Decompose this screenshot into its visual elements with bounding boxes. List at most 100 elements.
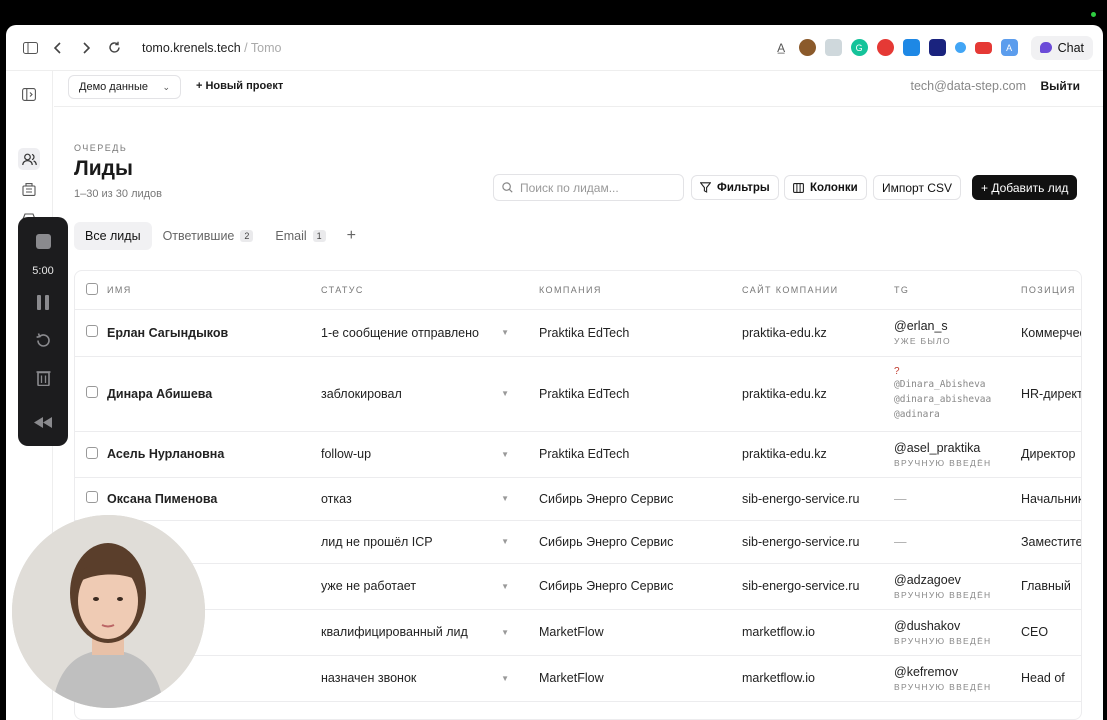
puzzle-extension-icon[interactable] <box>902 39 920 56</box>
company-site[interactable]: sib-energo-service.ru <box>742 520 894 564</box>
sidebar-toggle-icon[interactable] <box>16 34 44 62</box>
tg-source: ВРУЧНУЮ ВВЕДЁН <box>894 681 992 692</box>
table-row[interactable]: Асель Нурлановна follow-up ▼ Praktika EdTec… <box>75 431 1081 478</box>
filters-button[interactable]: Фильтры <box>691 175 779 200</box>
table-row[interactable]: Оксана Пименова отказ ▼ Сибирь Энерго Серви… <box>75 477 1081 521</box>
add-tab-button[interactable]: + <box>337 227 366 245</box>
logout-button[interactable]: Выйти <box>1040 79 1080 93</box>
company-site[interactable]: marketflow.io <box>742 609 894 656</box>
chevron-down-icon: ▼ <box>501 581 509 591</box>
column-header-name[interactable]: ИМЯ <box>107 271 321 310</box>
chat-button[interactable]: Chat <box>1030 35 1093 60</box>
tab-label: Email <box>275 229 307 243</box>
lead-position: Коммерческий <box>1021 309 1081 357</box>
column-header-tg[interactable]: TG <box>894 271 1021 310</box>
status-select[interactable]: отказ ▼ <box>321 492 539 506</box>
tg-handle: @adzagoev <box>894 572 961 587</box>
tab-label: Все лиды <box>85 229 141 243</box>
translate-icon[interactable]: A̲ <box>773 39 790 56</box>
lead-position: CEO <box>1021 609 1081 656</box>
table-row[interactable]: Ерлан Сагындыков 1-е сообщение отправлено… <box>75 309 1081 357</box>
status-select[interactable]: квалифицированный лид ▼ <box>321 625 539 639</box>
lead-name[interactable]: Асель Нурлановна <box>107 431 321 478</box>
project-select[interactable]: Демо данные ⌄ <box>68 75 181 99</box>
table-row[interactable]: ковквалифицированный лид▼MarketFlowmarke… <box>75 609 1081 656</box>
company-name: MarketFlow <box>539 609 742 656</box>
import-csv-button[interactable]: Импорт CSV <box>873 175 961 200</box>
row-checkbox[interactable] <box>86 325 98 337</box>
status-value: назначен звонок <box>321 671 417 685</box>
select-all-checkbox[interactable] <box>86 282 98 295</box>
pause-icon[interactable] <box>18 295 68 310</box>
chevron-down-icon: ▼ <box>501 449 509 459</box>
chrome-extension-icon[interactable] <box>876 39 894 56</box>
status-select[interactable]: заблокировал ▼ <box>321 387 539 401</box>
reload-icon[interactable] <box>100 34 128 62</box>
tab-email[interactable]: Email 1 <box>264 222 336 250</box>
stop-icon[interactable] <box>18 234 68 249</box>
tab-all-leads[interactable]: Все лиды <box>74 222 152 250</box>
company-site[interactable]: sib-energo-service.ru <box>742 563 894 610</box>
company-site[interactable]: sib-energo-service.ru <box>742 477 894 521</box>
chevron-down-icon: ▼ <box>501 328 509 337</box>
status-select[interactable]: follow-up ▼ <box>321 447 539 461</box>
tab-badge: 2 <box>240 230 254 242</box>
add-lead-button[interactable]: + Добавить лид <box>972 175 1078 200</box>
column-header-site[interactable]: САЙТ КОМПАНИИ <box>742 271 894 310</box>
table-row[interactable]: вуже не работает▼Сибирь Энерго Сервисsib… <box>75 563 1081 610</box>
status-value: follow-up <box>321 447 372 461</box>
status-value: 1-е сообщение отправлено <box>321 325 479 340</box>
trash-icon[interactable] <box>18 369 68 386</box>
row-checkbox[interactable] <box>86 386 98 398</box>
cookie-extension-icon[interactable] <box>798 39 816 56</box>
new-project-button[interactable]: + Новый проект <box>196 80 283 92</box>
tg-source: ВРУЧНУЮ ВВЕДЁН <box>894 635 992 646</box>
status-value: лид не прошёл ICP <box>321 534 433 549</box>
back-icon[interactable] <box>44 34 72 62</box>
status-select[interactable]: уже не работает ▼ <box>321 579 539 593</box>
company-site[interactable]: praktika-edu.kz <box>742 356 894 432</box>
address-bar[interactable]: tomo.krenels.tech / Tomo <box>142 41 281 55</box>
status-select[interactable]: назначен звонок ▼ <box>321 671 539 685</box>
filters-label: Фильтры <box>717 181 770 194</box>
lead-name[interactable]: Ерлан Сагындыков <box>107 309 321 357</box>
table-row[interactable]: ремовназначен звонок▼MarketFlowmarketflo… <box>75 655 1081 702</box>
column-header-position[interactable]: ПОЗИЦИЯ <box>1021 271 1081 310</box>
search-input[interactable]: Поиск по лидам... <box>493 174 684 201</box>
browser-toolbar: tomo.krenels.tech / Tomo A̲ G A Chat <box>6 25 1103 71</box>
leads-nav-icon[interactable] <box>18 148 40 170</box>
company-name: Сибирь Энерго Сервис <box>539 563 742 610</box>
company-site[interactable]: praktika-edu.kz <box>742 431 894 478</box>
chevron-down-icon: ▼ <box>501 537 509 546</box>
companies-nav-icon[interactable] <box>18 178 40 200</box>
row-checkbox[interactable] <box>86 446 98 459</box>
table-row[interactable]: Динара Абишева заблокировал ▼ Praktika EdTe… <box>75 356 1081 432</box>
column-header-status[interactable]: СТАТУС <box>321 271 539 310</box>
lead-name[interactable]: Оксана Пименова <box>107 477 321 521</box>
shield-extension-icon[interactable] <box>928 39 946 56</box>
circle-extension-icon[interactable] <box>954 42 966 53</box>
company-site[interactable]: praktika-edu.kz <box>742 309 894 357</box>
youtube-extension-icon[interactable] <box>974 41 992 54</box>
pen-extension-icon[interactable] <box>824 39 842 56</box>
screen-recorder-panel: 5:00 <box>18 217 68 446</box>
search-icon <box>502 182 513 193</box>
status-select[interactable]: 1-е сообщение отправлено ▼ <box>321 326 539 340</box>
row-checkbox[interactable] <box>86 491 98 503</box>
restart-icon[interactable] <box>18 332 68 349</box>
grammarly-icon[interactable]: G <box>850 39 868 56</box>
forward-icon[interactable] <box>72 34 100 62</box>
panel-toggle-icon[interactable] <box>18 83 40 105</box>
table-row[interactable]: р Ковалёвлид не прошёл ICP▼Сибирь Энерго… <box>75 520 1081 564</box>
status-select[interactable]: лид не прошёл ICP ▼ <box>321 535 539 549</box>
column-header-company[interactable]: КОМПАНИЯ <box>539 271 742 310</box>
lead-tabs: Все лиды Ответившие 2 Email 1 + <box>74 222 366 250</box>
leads-table: ИМЯ СТАТУС КОМПАНИЯ САЙТ КОМПАНИИ TG ПОЗ… <box>74 270 1082 720</box>
tg-handle: @dinara_abishevaa <box>894 393 992 405</box>
company-site[interactable]: marketflow.io <box>742 655 894 702</box>
tab-replied[interactable]: Ответившие 2 <box>152 222 265 250</box>
lead-name[interactable]: Динара Абишева <box>107 356 321 432</box>
translate-extension-icon[interactable]: A <box>1000 39 1018 56</box>
rewind-icon[interactable] <box>18 417 68 428</box>
columns-button[interactable]: Колонки <box>784 175 867 200</box>
